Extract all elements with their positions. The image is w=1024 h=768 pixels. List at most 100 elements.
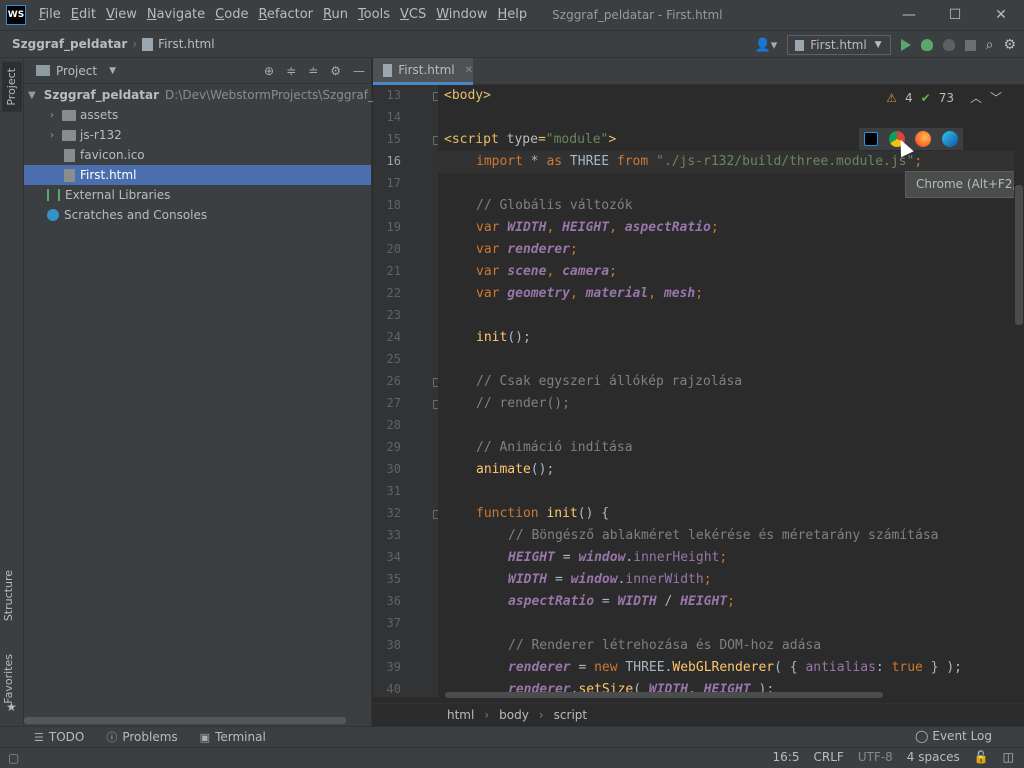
hide-icon[interactable]: — [353, 64, 365, 78]
code-token: WIDTH [617, 594, 657, 609]
tree-item-scratches[interactable]: Scratches and Consoles [24, 205, 371, 225]
gear-icon[interactable]: ⚙ [1003, 37, 1016, 53]
breadcrumb-body[interactable]: body [499, 708, 529, 722]
locate-icon[interactable]: ⊕ [264, 64, 274, 78]
tool-tab-project[interactable]: Project [2, 62, 22, 112]
project-view-select[interactable]: Project [56, 64, 97, 78]
nav-file-crumb[interactable]: First.html [158, 37, 214, 51]
editor-horizontal-scrollbar[interactable] [445, 692, 883, 698]
toggle-tool-windows-icon[interactable]: ▢ [8, 751, 19, 765]
nav-project-crumb[interactable]: Szggraf_peldatar [12, 37, 127, 51]
code-line-26: // Csak egyszeri állókép rajzolása [476, 371, 742, 393]
code-token: / [656, 594, 681, 609]
editor-vertical-scrollbar[interactable] [1014, 85, 1024, 697]
line-number: 35 [386, 572, 401, 586]
chevron-right-icon[interactable]: › [46, 110, 58, 121]
webstorm-browser-icon[interactable] [864, 132, 879, 146]
search-icon[interactable]: ⌕ [986, 37, 994, 53]
chevron-down-icon[interactable]: ▼ [28, 90, 36, 101]
tree-item-label: Scratches and Consoles [64, 208, 208, 222]
previous-highlight-icon[interactable]: ︿ [970, 89, 982, 106]
caret-position[interactable]: 16:5 [773, 750, 800, 764]
code-line-22: var geometry, material, mesh; [476, 283, 703, 305]
code-token: WIDTH [508, 572, 548, 587]
code-token: HEIGHT [562, 220, 610, 235]
tool-tab-structure[interactable]: Structure [2, 566, 15, 625]
lock-icon[interactable]: 🔓 [974, 750, 989, 764]
project-horizontal-scrollbar[interactable] [24, 717, 346, 724]
maximize-button[interactable]: ☐ [932, 0, 978, 30]
code-token: window [570, 572, 618, 587]
list-icon: ☰ [34, 730, 44, 744]
run-icon[interactable] [900, 39, 911, 51]
edge-icon[interactable] [941, 131, 958, 147]
collapse-all-icon[interactable]: ≐ [308, 64, 318, 78]
folder-icon [36, 65, 50, 76]
line-separator[interactable]: CRLF [814, 750, 844, 764]
menu-help[interactable]: Help [493, 0, 533, 30]
todo-tool-button[interactable]: ☰ TODO [34, 730, 84, 744]
menu-file[interactable]: File [34, 0, 66, 30]
code-token: , [546, 220, 563, 235]
tree-item-js-r132[interactable]: › js-r132 [24, 125, 371, 145]
terminal-label: Terminal [215, 730, 266, 744]
tree-item-external-libraries[interactable]: External Libraries [24, 185, 371, 205]
editor-tab-first-html[interactable]: First.html ✕ [373, 58, 473, 85]
tree-item-label: favicon.ico [80, 148, 145, 162]
chevron-right-icon[interactable]: › [46, 130, 58, 141]
chevron-down-icon[interactable]: ▼ [109, 66, 116, 76]
user-icon[interactable]: 👤▾ [755, 38, 778, 53]
run-config-select[interactable]: First.html ▼ [787, 35, 891, 55]
browser-tooltip: Chrome (Alt+F2, hol [905, 171, 1024, 198]
tree-item-first-html[interactable]: First.html [24, 165, 371, 185]
menu-tools[interactable]: Tools [353, 0, 395, 30]
close-window-button[interactable]: ✕ [978, 0, 1024, 30]
menu-run[interactable]: Run [318, 0, 353, 30]
notifications-icon[interactable]: ◫ [1003, 750, 1014, 764]
terminal-tool-button[interactable]: ▣ Terminal [200, 730, 266, 744]
breadcrumb-script[interactable]: script [554, 708, 587, 722]
file-encoding[interactable]: UTF-8 [858, 750, 893, 764]
close-icon[interactable]: ✕ [465, 65, 473, 76]
tree-item-favicon[interactable]: favicon.ico [24, 145, 371, 165]
html-file-icon [64, 168, 75, 182]
code-token: () { [577, 506, 610, 521]
bottom-tool-bar: ☰ TODO ⓘ Problems ▣ Terminal ◯ Event Log [0, 726, 1024, 747]
line-number: 23 [386, 308, 401, 322]
code-token: (); [530, 462, 555, 477]
line-number: 17 [386, 176, 401, 190]
scrollbar-thumb[interactable] [1015, 185, 1023, 325]
code-token: mesh [663, 286, 696, 301]
indent-setting[interactable]: 4 spaces [907, 750, 960, 764]
code-line-15: <script type="module"> [444, 129, 616, 151]
menu-edit[interactable]: Edit [66, 0, 101, 30]
inspection-widget[interactable]: ⚠ 4 ✔ 73 ︿ ﹀ [886, 89, 1002, 106]
problems-tool-button[interactable]: ⓘ Problems [106, 729, 177, 745]
menu-code[interactable]: Code [210, 0, 253, 30]
coverage-icon[interactable] [942, 39, 955, 51]
menu-window[interactable]: Window [431, 0, 492, 30]
firefox-icon[interactable] [915, 131, 932, 147]
code-token: import [476, 154, 523, 169]
stop-icon[interactable] [964, 39, 976, 51]
menu-vcs[interactable]: VCS [395, 0, 431, 30]
tree-item-label: First.html [80, 168, 137, 182]
info-icon: ⓘ [106, 731, 118, 744]
expand-all-icon[interactable]: ≑ [286, 64, 296, 78]
breadcrumb-html[interactable]: html [447, 708, 474, 722]
gear-icon[interactable]: ⚙ [330, 64, 341, 78]
minimize-button[interactable]: — [886, 0, 932, 30]
warning-icon: ⚠ [886, 90, 897, 105]
menu-navigate[interactable]: Navigate [142, 0, 210, 30]
line-number: 18 [386, 198, 401, 212]
event-log-tool-button[interactable]: ◯ Event Log [915, 729, 992, 743]
debug-icon[interactable] [920, 39, 933, 51]
line-number: 13 [386, 88, 401, 102]
run-config-label: First.html [810, 38, 867, 52]
menu-view[interactable]: View [101, 0, 142, 30]
menu-refactor[interactable]: Refactor [253, 0, 318, 30]
tree-item-assets[interactable]: › assets [24, 105, 371, 125]
line-number: 30 [386, 462, 401, 476]
next-highlight-icon[interactable]: ﹀ [990, 89, 1002, 106]
tree-item-project-root[interactable]: ▼ Szggraf_peldatar D:\Dev\WebstormProjec… [24, 85, 400, 105]
